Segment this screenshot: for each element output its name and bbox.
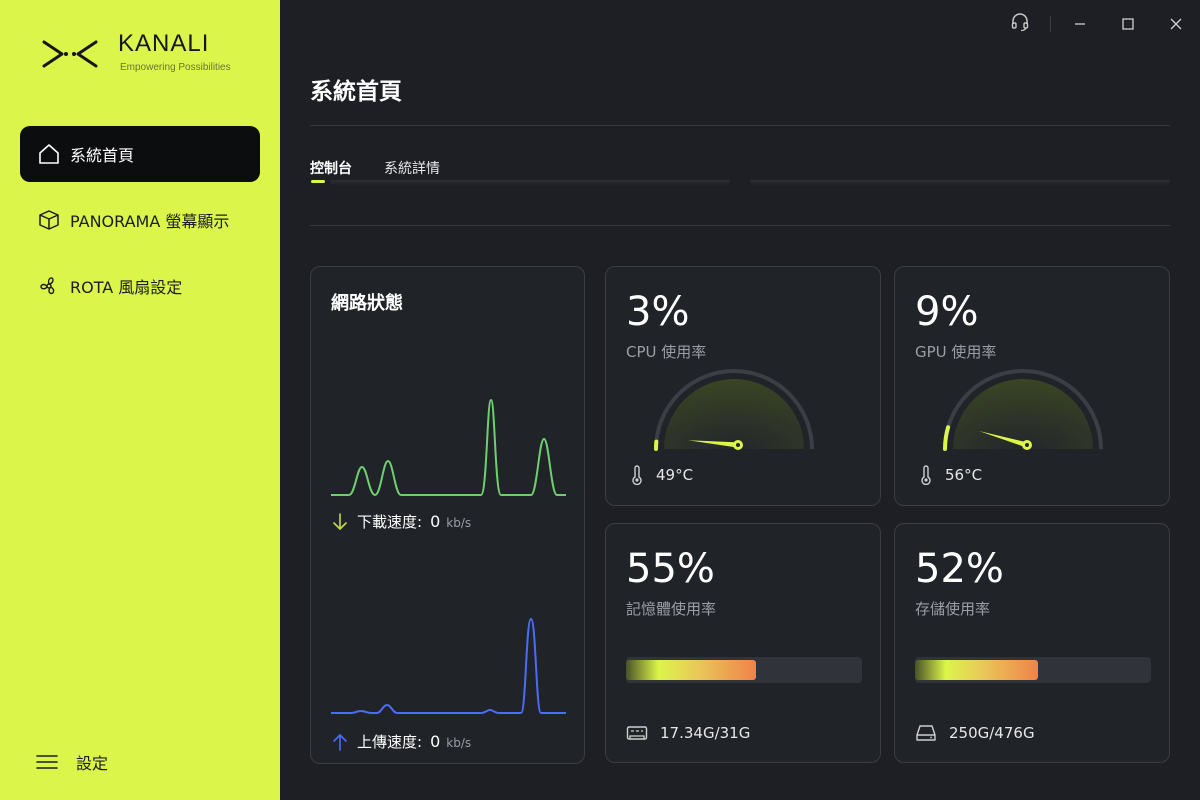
upload-unit: kb/s (446, 736, 472, 750)
header-divider (310, 125, 1170, 126)
tabs-divider (310, 225, 1170, 226)
sidebar-item-home[interactable]: 系統首頁 (20, 126, 260, 182)
memory-usage-bar (626, 657, 862, 683)
sidebar-item-panorama[interactable]: PANORAMA 螢幕顯示 (20, 192, 260, 248)
memory-usage-label: 記憶體使用率 (626, 600, 717, 618)
storage-detail-value: 250G/476G (949, 724, 1035, 742)
memory-card: 55% 記憶體使用率 17.34G/31G (605, 523, 881, 763)
cpu-temperature-value: 49°C (656, 466, 694, 484)
download-line (331, 398, 566, 497)
maximize-icon (1122, 15, 1134, 34)
ram-chip-icon (626, 724, 648, 742)
active-tab-indicator (311, 180, 325, 183)
upload-line (331, 617, 566, 714)
sidebar: KANALI Empowering Possibilities 系統首頁 PAN… (0, 0, 280, 800)
gpu-gauge (943, 369, 1103, 451)
sidebar-item-label: 系統首頁 (70, 146, 135, 165)
tab-panel-edge (330, 180, 730, 186)
upload-speed: 上傳速度: 0 kb/s (331, 731, 471, 752)
gpu-card: 9% GPU 使用率 56°C (894, 266, 1170, 506)
thermometer-icon (919, 465, 933, 485)
gpu-temperature: 56°C (919, 465, 982, 485)
support-button[interactable] (1002, 10, 1038, 38)
memory-detail-value: 17.34G/31G (660, 724, 751, 742)
fan-icon (36, 273, 62, 299)
sidebar-item-label: ROTA 風扇設定 (70, 278, 183, 297)
download-value: 0 (430, 512, 441, 531)
tab-system-details[interactable]: 系統詳情 (384, 158, 440, 178)
memory-detail: 17.34G/31G (626, 724, 750, 742)
cpu-usage-value: 3% (626, 289, 690, 335)
maximize-button[interactable] (1110, 10, 1146, 38)
page-title: 系統首頁 (310, 79, 402, 105)
cpu-card: 3% CPU 使用率 49°C (605, 266, 881, 506)
gauge-needle-hub-center (736, 443, 740, 447)
hamburger-menu-icon (36, 754, 58, 770)
hard-drive-icon (915, 724, 937, 742)
arrow-down-icon (331, 512, 349, 532)
gauge-needle-hub-center (1025, 443, 1029, 447)
close-button[interactable] (1158, 10, 1194, 38)
gauge-progress (943, 425, 951, 451)
box-icon (36, 207, 62, 233)
cpu-gauge (654, 369, 814, 451)
gpu-temperature-value: 56°C (945, 466, 983, 484)
memory-usage-value: 55% (626, 546, 715, 592)
tab-panel-edge (750, 180, 1170, 186)
download-speed: 下載速度: 0 kb/s (331, 511, 471, 532)
gpu-usage-label: GPU 使用率 (915, 343, 997, 361)
download-label: 下載速度: (357, 513, 423, 531)
sidebar-item-rota[interactable]: ROTA 風扇設定 (20, 258, 260, 314)
kanali-logo-icon (42, 40, 98, 68)
upload-label: 上傳速度: (357, 733, 423, 751)
upload-value: 0 (430, 732, 441, 751)
minimize-button[interactable] (1062, 10, 1098, 38)
arrow-up-icon (331, 732, 349, 752)
storage-usage-value: 52% (915, 546, 1004, 592)
network-title: 網路狀態 (331, 293, 403, 314)
memory-usage-bar-fill (626, 660, 756, 680)
upload-graph (331, 617, 566, 714)
tab-console[interactable]: 控制台 (310, 158, 352, 178)
cpu-temperature: 49°C (630, 465, 693, 485)
download-graph (331, 398, 566, 497)
thermometer-icon (630, 465, 644, 485)
brand-tagline: Empowering Possibilities (120, 62, 231, 73)
storage-usage-bar-fill (915, 660, 1038, 680)
cpu-usage-label: CPU 使用率 (626, 343, 707, 361)
network-card: 網路狀態 下載速度: 0 kb/s 上傳速度: 0 kb/s (310, 266, 585, 764)
home-icon (36, 141, 62, 167)
gpu-usage-value: 9% (915, 289, 979, 335)
brand-name: KANALI (118, 30, 210, 57)
settings-button[interactable]: 設定 (36, 748, 108, 776)
window-controls-divider (1050, 16, 1051, 32)
settings-label: 設定 (76, 754, 109, 773)
minimize-icon (1074, 15, 1086, 34)
brand-logo: KANALI Empowering Possibilities (40, 30, 260, 80)
headset-icon (1010, 12, 1030, 36)
sidebar-item-label: PANORAMA 螢幕顯示 (70, 212, 230, 231)
close-icon (1170, 15, 1182, 34)
storage-card: 52% 存儲使用率 250G/476G (894, 523, 1170, 763)
storage-usage-label: 存儲使用率 (915, 600, 991, 618)
storage-usage-bar (915, 657, 1151, 683)
storage-detail: 250G/476G (915, 724, 1035, 742)
download-unit: kb/s (446, 516, 472, 530)
